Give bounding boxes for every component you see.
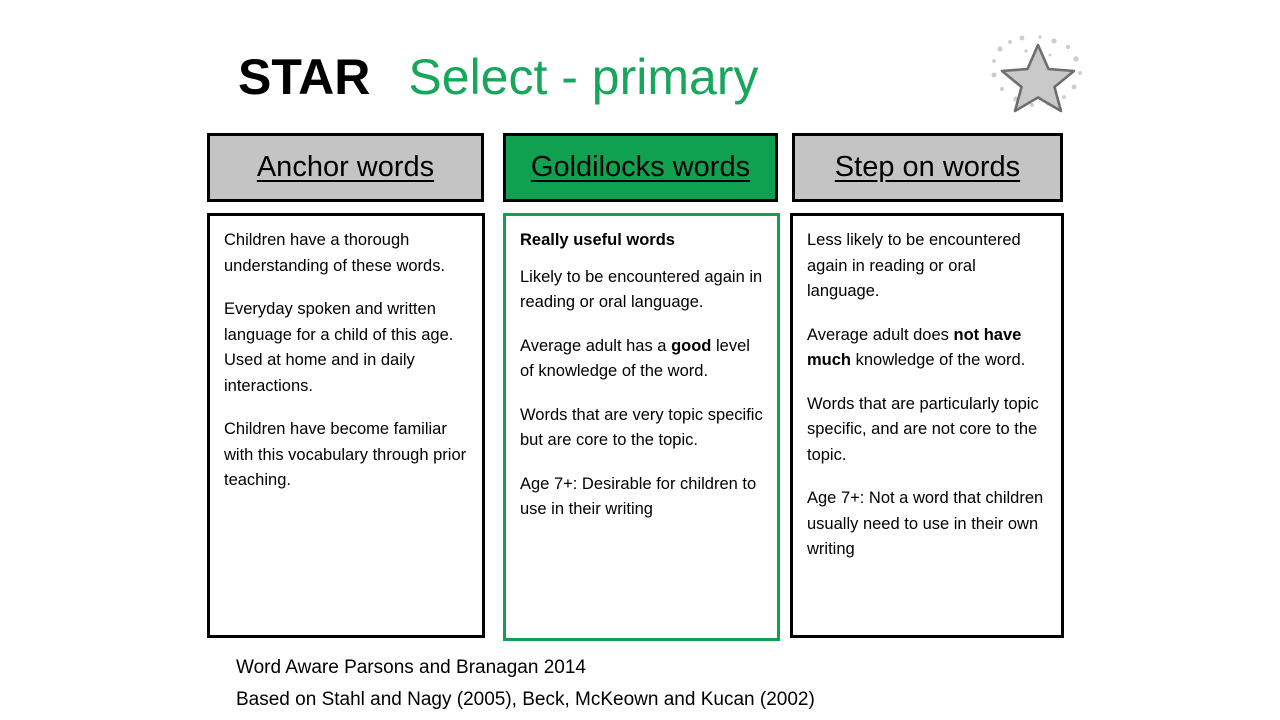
page-title: STAR Select - primary bbox=[238, 52, 758, 102]
title-subtitle: Select - primary bbox=[408, 49, 759, 105]
header-step-on-words[interactable]: Step on words bbox=[792, 133, 1063, 202]
paragraph: Everyday spoken and written language for… bbox=[224, 300, 454, 344]
footer-line-1: Word Aware Parsons and Branagan 2014 bbox=[236, 657, 586, 678]
paragraph: Words that are particularly topic specif… bbox=[807, 394, 1039, 464]
star-icon bbox=[988, 33, 1088, 118]
body-anchor-words: Children have a thorough understanding o… bbox=[207, 213, 485, 638]
paragraph: Less likely to be encountered again in r… bbox=[807, 231, 1021, 300]
paragraph: Average adult has a good level of knowle… bbox=[520, 336, 750, 381]
header-goldilocks-words[interactable]: Goldilocks words bbox=[503, 133, 778, 202]
header-goldilocks-words-label: Goldilocks words bbox=[530, 151, 751, 183]
paragraph: Likely to be encountered again in readin… bbox=[520, 267, 763, 312]
paragraph: Words that are very topic specific but a… bbox=[520, 405, 763, 450]
footer-credits: Word Aware Parsons and Branagan 2014 Bas… bbox=[236, 652, 815, 716]
header-step-on-words-label: Step on words bbox=[834, 151, 1021, 183]
header-anchor-words[interactable]: Anchor words bbox=[207, 133, 484, 202]
paragraph: Used at home and in daily interactions. bbox=[224, 351, 415, 395]
footer-line-2: Based on Stahl and Nagy (2005), Beck, Mc… bbox=[236, 689, 815, 710]
goldilocks-lead: Really useful words bbox=[520, 231, 675, 249]
header-anchor-words-label: Anchor words bbox=[256, 151, 435, 183]
paragraph: Children have a thorough understanding o… bbox=[224, 231, 446, 275]
paragraph: Children have become familiar with this … bbox=[224, 420, 467, 489]
slide-canvas: STAR Select - primary Anchor words Goldi… bbox=[0, 0, 1280, 720]
body-goldilocks-words: Really useful words Likely to be encount… bbox=[503, 213, 780, 641]
body-step-on-words: Less likely to be encountered again in r… bbox=[790, 213, 1064, 638]
paragraph: Average adult does not have much knowled… bbox=[807, 325, 1026, 370]
paragraph: Age 7+: Desirable for children to use in… bbox=[520, 474, 757, 519]
title-brand: STAR bbox=[238, 49, 371, 105]
paragraph: Age 7+: Not a word that children usually… bbox=[807, 489, 1044, 558]
